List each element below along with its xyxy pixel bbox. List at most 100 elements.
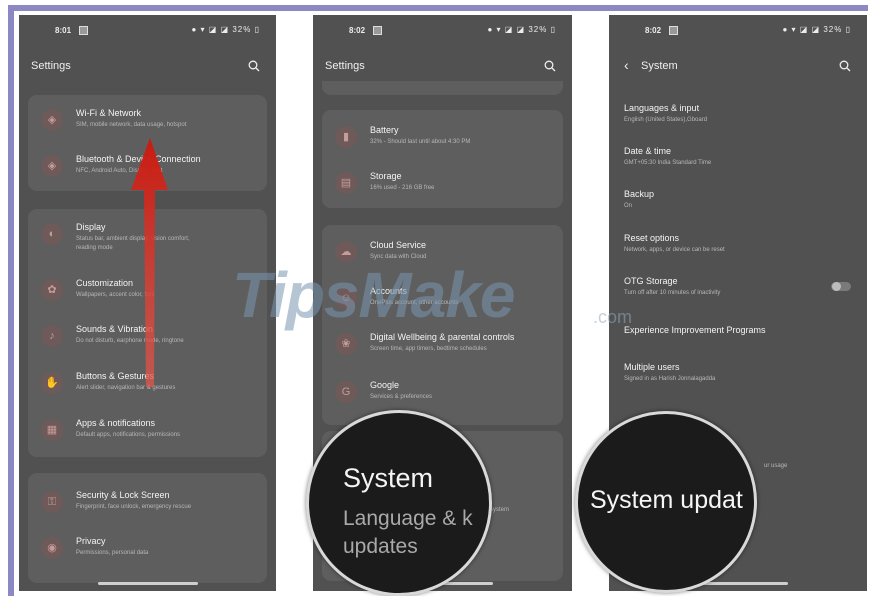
search-icon[interactable] — [839, 60, 851, 72]
item-subtitle: Screen time, app timers, bedtime schedul… — [370, 346, 487, 352]
app-bar: ‹ System — [609, 57, 867, 77]
item-label: Reset options — [624, 233, 680, 243]
item-subtitle: Signed in as Harish Jonnalagadda — [624, 376, 716, 382]
gallery-notification-icon — [373, 26, 382, 35]
settings-item-buttons-gestures[interactable]: ✋ Buttons & Gestures Alert slider, navig… — [28, 364, 267, 404]
partial-text: ur usage — [764, 463, 788, 469]
speaker-icon: ♪ — [41, 325, 63, 347]
item-label: Cloud Service — [370, 240, 427, 250]
settings-item-security[interactable]: ⚿ Security & Lock Screen Fingerprint, fa… — [28, 483, 267, 523]
item-label: Customization — [76, 278, 134, 288]
app-bar: Settings — [19, 57, 276, 77]
item-subtitle: Turn off after 10 minutes of inactivity — [624, 290, 721, 296]
system-item-languages[interactable]: Languages & input English (United States… — [624, 103, 855, 137]
item-label: Bluetooth & Device Connection — [76, 154, 201, 164]
watermark-logo: TipsMake — [232, 259, 515, 331]
frame-border-top — [8, 5, 868, 11]
item-subtitle: Status bar, ambient display, vision comf… — [76, 236, 190, 242]
frame-border-left — [8, 5, 14, 596]
item-subtitle: Default apps, notifications, permissions — [76, 432, 181, 438]
back-arrow-icon[interactable]: ‹ — [624, 57, 629, 73]
system-item-otg[interactable]: OTG Storage Turn off after 10 minutes of… — [624, 276, 855, 310]
google-icon: G — [335, 381, 357, 403]
magnified-title: System updat — [590, 486, 743, 514]
item-label: Battery — [370, 125, 399, 135]
item-label: Experience Improvement Programs — [624, 325, 766, 335]
battery-icon: ▮ — [335, 126, 357, 148]
settings-item-storage[interactable]: ▤ Storage 16% used - 216 GB free — [322, 164, 563, 204]
gesture-nav-bar[interactable] — [97, 582, 198, 585]
settings-item-apps-notifications[interactable]: ▦ Apps & notifications Default apps, not… — [28, 411, 267, 451]
item-subtitle: On — [624, 203, 633, 209]
item-label: Privacy — [76, 536, 106, 546]
wellbeing-icon: ❀ — [335, 333, 357, 355]
item-subtitle: Fingerprint, face unlock, emergency resc… — [76, 504, 192, 510]
item-subtitle: Alert slider, navigation bar & gestures — [76, 385, 176, 391]
item-subtitle: NFC, Android Auto, Display, cast — [76, 168, 163, 174]
app-bar: Settings — [313, 57, 572, 77]
item-subtitle: GMT+05:30 India Standard Time — [624, 160, 712, 166]
item-label: Google — [370, 380, 400, 390]
item-label: Multiple users — [624, 362, 680, 372]
display-icon: ◐ — [41, 223, 63, 245]
item-label: Apps & notifications — [76, 418, 156, 428]
item-label: Wi-Fi & Network — [76, 108, 141, 118]
settings-card-connectivity: ◈ Wi-Fi & Network SIM, mobile network, d… — [28, 95, 267, 191]
palette-icon: ✿ — [41, 279, 63, 301]
magnified-title: System — [343, 463, 434, 493]
watermark-suffix: .com — [593, 307, 633, 327]
status-time: 8:01 — [55, 26, 72, 35]
privacy-icon: ◉ — [41, 537, 63, 559]
otg-toggle[interactable] — [831, 282, 851, 291]
item-subtitle: English (United States),Gboard — [624, 117, 708, 123]
apps-grid-icon: ▦ — [41, 419, 63, 441]
magnifier-system-update: System updat — [575, 411, 757, 593]
item-label: Storage — [370, 171, 402, 181]
status-time: 8:02 — [645, 26, 662, 35]
screenshot-collage: 8:01 ● ▾ ◪ ◪ 32% ▯ Settings ◈ Wi-Fi & Ne… — [0, 0, 869, 596]
storage-icon: ▤ — [335, 172, 357, 194]
item-subtitle: SIM, mobile network, data usage, hotspot — [76, 122, 187, 128]
settings-item-battery[interactable]: ▮ Battery 32% - Should last until about … — [322, 118, 563, 158]
page-title: Settings — [31, 60, 71, 72]
search-icon[interactable] — [544, 60, 556, 72]
settings-item-bluetooth[interactable]: ◈ Bluetooth & Device Connection NFC, And… — [28, 147, 267, 187]
lock-icon: ⚿ — [41, 491, 63, 513]
item-subtitle: Network, apps, or device can be reset — [624, 247, 725, 253]
system-item-experience[interactable]: Experience Improvement Programs — [624, 325, 855, 359]
gallery-notification-icon — [79, 26, 88, 35]
status-icons: ● ▾ ◪ ◪ 32% ▯ — [487, 25, 556, 34]
magnified-subtitle-line2: updates — [343, 535, 418, 558]
status-icons: ● ▾ ◪ ◪ 32% ▯ — [782, 25, 851, 34]
item-label: Date & time — [624, 146, 672, 156]
bluetooth-icon: ◈ — [41, 155, 63, 177]
item-label: Security & Lock Screen — [76, 490, 170, 500]
settings-item-google[interactable]: G Google Services & preferences — [322, 373, 563, 413]
settings-item-wifi[interactable]: ◈ Wi-Fi & Network SIM, mobile network, d… — [28, 101, 267, 141]
item-label: OTG Storage — [624, 276, 678, 286]
item-subtitle: 32% - Should last until about 4:30 PM — [370, 139, 471, 145]
item-label: Buttons & Gestures — [76, 371, 155, 381]
item-subtitle: Services & preferences — [370, 394, 433, 400]
item-label: Languages & input — [624, 103, 700, 113]
item-label: Sounds & Vibration — [76, 324, 153, 334]
item-subtitle: 16% used - 216 GB free — [370, 185, 435, 191]
settings-card-security: ⚿ Security & Lock Screen Fingerprint, fa… — [28, 473, 267, 583]
item-subtitle: Wallpapers, accent color, font — [76, 292, 155, 298]
settings-card-device: ◐ Display Status bar, ambient display, v… — [28, 209, 267, 457]
system-item-reset[interactable]: Reset options Network, apps, or device c… — [624, 233, 855, 267]
search-icon[interactable] — [248, 60, 260, 72]
item-subtitle-line2: reading mode — [76, 245, 113, 251]
item-label: Display — [76, 222, 106, 232]
status-icons: ● ▾ ◪ ◪ 32% ▯ — [191, 25, 260, 34]
wifi-icon: ◈ — [41, 109, 63, 131]
settings-item-privacy[interactable]: ◉ Privacy Permissions, personal data — [28, 529, 267, 569]
status-bar: 8:02 ● ▾ ◪ ◪ 32% ▯ — [313, 23, 572, 39]
system-item-date-time[interactable]: Date & time GMT+05:30 India Standard Tim… — [624, 146, 855, 180]
magnifier-system: System Language & k updates — [306, 410, 492, 596]
system-item-backup[interactable]: Backup On — [624, 189, 855, 223]
status-bar: 8:02 ● ▾ ◪ ◪ 32% ▯ — [609, 23, 867, 39]
item-subtitle: Permissions, personal data — [76, 550, 149, 556]
toggle-knob — [832, 282, 841, 291]
system-item-multiple-users[interactable]: Multiple users Signed in as Harish Jonna… — [624, 362, 855, 396]
